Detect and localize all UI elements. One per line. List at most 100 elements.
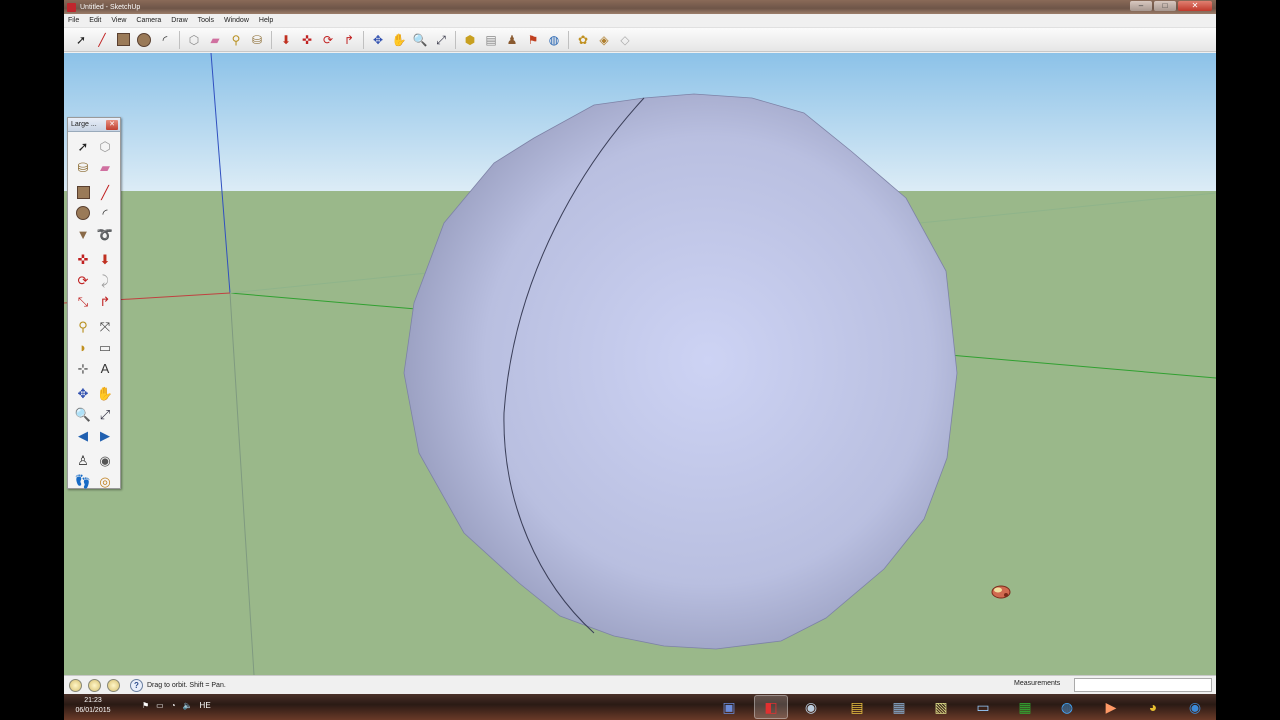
eraser-icon[interactable]: ▰ xyxy=(206,31,224,49)
menu-camera[interactable]: Camera xyxy=(136,17,161,24)
explorer-icon[interactable]: ◍ xyxy=(1050,695,1084,719)
move-icon[interactable]: ✜ xyxy=(298,31,316,49)
geo-location-icon[interactable]: ◍ xyxy=(545,31,563,49)
paint-bucket-icon[interactable]: ⛁ xyxy=(248,31,266,49)
menu-edit[interactable]: Edit xyxy=(89,17,101,24)
palette-close-icon[interactable]: ✕ xyxy=(106,119,118,130)
rectangle-icon[interactable] xyxy=(73,182,93,202)
rotate-icon[interactable]: ⟳ xyxy=(73,270,93,290)
photo-textures-icon[interactable]: ✿ xyxy=(574,31,592,49)
menu-draw[interactable]: Draw xyxy=(171,17,187,24)
menu-bar: File Edit View Camera Draw Tools Window … xyxy=(64,14,1216,28)
orbit-icon[interactable]: ✥ xyxy=(369,31,387,49)
menu-tools[interactable]: Tools xyxy=(198,17,214,24)
dimension-icon[interactable]: ⤧ xyxy=(95,316,115,336)
tape-measure-icon[interactable]: ⚲ xyxy=(227,31,245,49)
text-icon[interactable]: ▭ xyxy=(95,337,115,357)
zoom-extents-icon[interactable]: ⤢ xyxy=(432,31,450,49)
tape-measure-icon[interactable]: ⚲ xyxy=(73,316,93,336)
share-model-icon[interactable]: ▤ xyxy=(482,31,500,49)
next-view-icon[interactable]: ▶ xyxy=(95,425,115,445)
battery-icon[interactable]: ▭ xyxy=(156,701,164,710)
zoom-icon[interactable]: 🔍 xyxy=(73,404,93,424)
push-pull-icon[interactable]: ⬇ xyxy=(277,31,295,49)
palette-gap xyxy=(73,178,115,181)
menu-view[interactable]: View xyxy=(111,17,126,24)
polygon-icon[interactable]: ▼ xyxy=(73,224,93,244)
previous-view-icon[interactable]: ◀ xyxy=(73,425,93,445)
zoom-window-icon[interactable]: ⤢ xyxy=(95,404,115,424)
3d-viewport[interactable]: Large ... ✕ ➚ ⬡ ⛁ ▰ ╱ ◜ ▼ ➰ ✜ ⬇ ⟳ ⤸ ⤡ ↱ … xyxy=(64,53,1216,675)
line-icon[interactable]: ╱ xyxy=(95,182,115,202)
user-status-icon[interactable] xyxy=(107,678,120,692)
credits-status-icon[interactable] xyxy=(88,678,101,692)
select-icon[interactable]: ➚ xyxy=(73,136,93,156)
volume-icon[interactable]: 🔈 xyxy=(183,701,193,710)
push-pull-icon[interactable]: ⬇ xyxy=(95,249,115,269)
styles-icon[interactable]: ◈ xyxy=(595,31,613,49)
zoom-icon[interactable]: 🔍 xyxy=(411,31,429,49)
close-button[interactable]: ✕ xyxy=(1178,1,1212,11)
steam-icon[interactable]: ◉ xyxy=(794,695,828,719)
chrome-icon[interactable]: ◕ xyxy=(1136,695,1170,719)
photo-viewer-icon[interactable]: ▦ xyxy=(882,695,916,719)
sketchup-icon[interactable]: ◧ xyxy=(754,695,788,719)
arc-icon[interactable]: ◜ xyxy=(95,203,115,223)
position-camera-icon[interactable]: ♙ xyxy=(73,450,93,470)
paint-icon[interactable]: ▧ xyxy=(924,695,958,719)
extension-warehouse-icon[interactable]: ⚑ xyxy=(524,31,542,49)
make-component-icon[interactable]: ⬡ xyxy=(185,31,203,49)
geo-location-status-icon[interactable] xyxy=(69,678,82,692)
menu-help[interactable]: Help xyxy=(259,17,273,24)
action-center-icon[interactable]: ⚑ xyxy=(142,701,149,710)
measurements-input[interactable] xyxy=(1074,678,1212,692)
follow-me-icon[interactable]: ⤸ xyxy=(95,270,115,290)
pan-icon[interactable]: ✋ xyxy=(390,31,408,49)
menu-file[interactable]: File xyxy=(68,17,79,24)
protractor-icon[interactable]: ◗ xyxy=(73,337,93,357)
walk-icon[interactable]: 👣 xyxy=(73,471,93,491)
eraser-icon[interactable]: ▰ xyxy=(95,157,115,177)
notes-icon[interactable]: ▤ xyxy=(840,695,874,719)
pan-icon[interactable]: ✋ xyxy=(95,383,115,403)
3d-text-icon[interactable]: A xyxy=(95,358,115,378)
arc-icon[interactable]: ◜ xyxy=(156,31,174,49)
toolbar-separator xyxy=(455,30,456,49)
language-indicator[interactable]: HE xyxy=(200,701,211,710)
layers-icon[interactable]: ◇ xyxy=(616,31,634,49)
rectangle-icon[interactable] xyxy=(114,31,132,49)
components-icon[interactable]: ♟ xyxy=(503,31,521,49)
monitor-icon[interactable]: ▭ xyxy=(966,695,1000,719)
section-plane-icon[interactable]: ◎ xyxy=(95,471,115,491)
orbit-icon[interactable]: ✥ xyxy=(73,383,93,403)
circle-icon[interactable] xyxy=(73,203,93,223)
toolbar-separator xyxy=(568,30,569,49)
axes-icon[interactable]: ⊹ xyxy=(73,358,93,378)
offset-icon[interactable]: ↱ xyxy=(95,291,115,311)
scale-icon[interactable]: ⤡ xyxy=(73,291,93,311)
pencil-line-icon[interactable]: ╱ xyxy=(93,31,111,49)
sketchup-window: Untitled - SketchUp – □ ✕ File Edit View… xyxy=(64,0,1216,694)
paint-bucket-icon[interactable]: ⛁ xyxy=(73,157,93,177)
save-icon[interactable]: ▣ xyxy=(712,695,746,719)
excel-icon[interactable]: ▦ xyxy=(1008,695,1042,719)
select-icon[interactable]: ➚ xyxy=(72,31,90,49)
rotate-icon[interactable]: ⟳ xyxy=(319,31,337,49)
maximize-button[interactable]: □ xyxy=(1154,1,1176,11)
palette-title-bar[interactable]: Large ... ✕ xyxy=(68,118,120,132)
taskbar-clock[interactable]: 21:23 06/01/2015 xyxy=(72,696,114,716)
freehand-icon[interactable]: ➰ xyxy=(95,224,115,244)
scene-canvas[interactable] xyxy=(64,53,1216,675)
network-icon[interactable]: ◔ xyxy=(171,701,176,710)
help-icon[interactable]: ? xyxy=(130,678,143,692)
move-icon[interactable]: ✜ xyxy=(73,249,93,269)
make-component-icon[interactable]: ⬡ xyxy=(95,136,115,156)
minimize-button[interactable]: – xyxy=(1130,1,1152,11)
follow-me-icon[interactable]: ↱ xyxy=(340,31,358,49)
get-models-icon[interactable]: ⬢ xyxy=(461,31,479,49)
media-player-icon[interactable]: ▶ xyxy=(1094,695,1128,719)
menu-window[interactable]: Window xyxy=(224,17,249,24)
circle-icon[interactable] xyxy=(135,31,153,49)
firefox-icon[interactable]: ◉ xyxy=(1178,695,1212,719)
look-around-icon[interactable]: ◉ xyxy=(95,450,115,470)
